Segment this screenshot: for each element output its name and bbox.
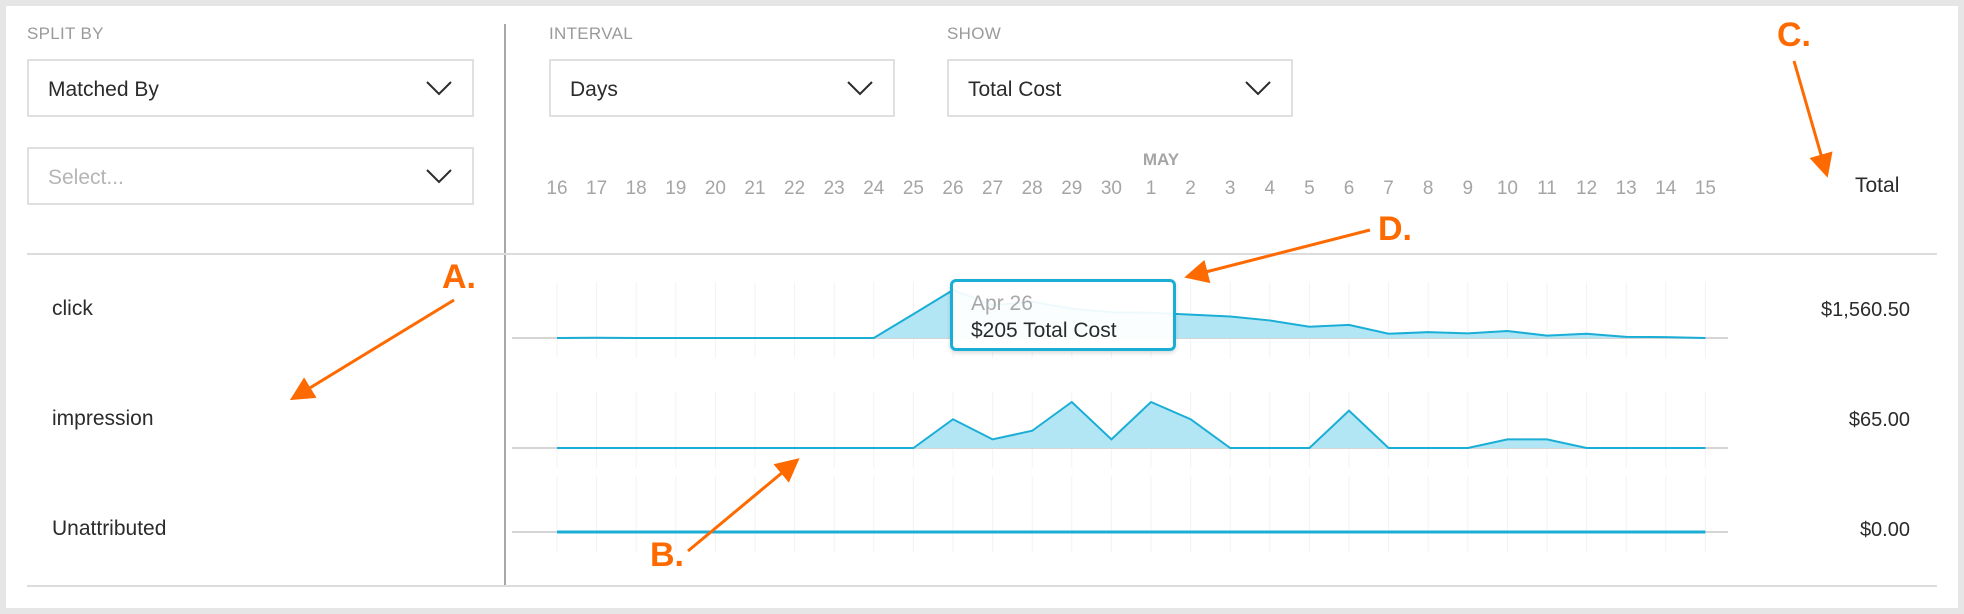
annotation-arrow-a bbox=[289, 298, 455, 401]
annotation-arrow-c bbox=[1792, 60, 1833, 178]
annotation-arrow-b bbox=[687, 458, 800, 553]
annotation-arrow-d bbox=[1184, 228, 1371, 284]
annotation-arrows bbox=[289, 60, 1833, 553]
